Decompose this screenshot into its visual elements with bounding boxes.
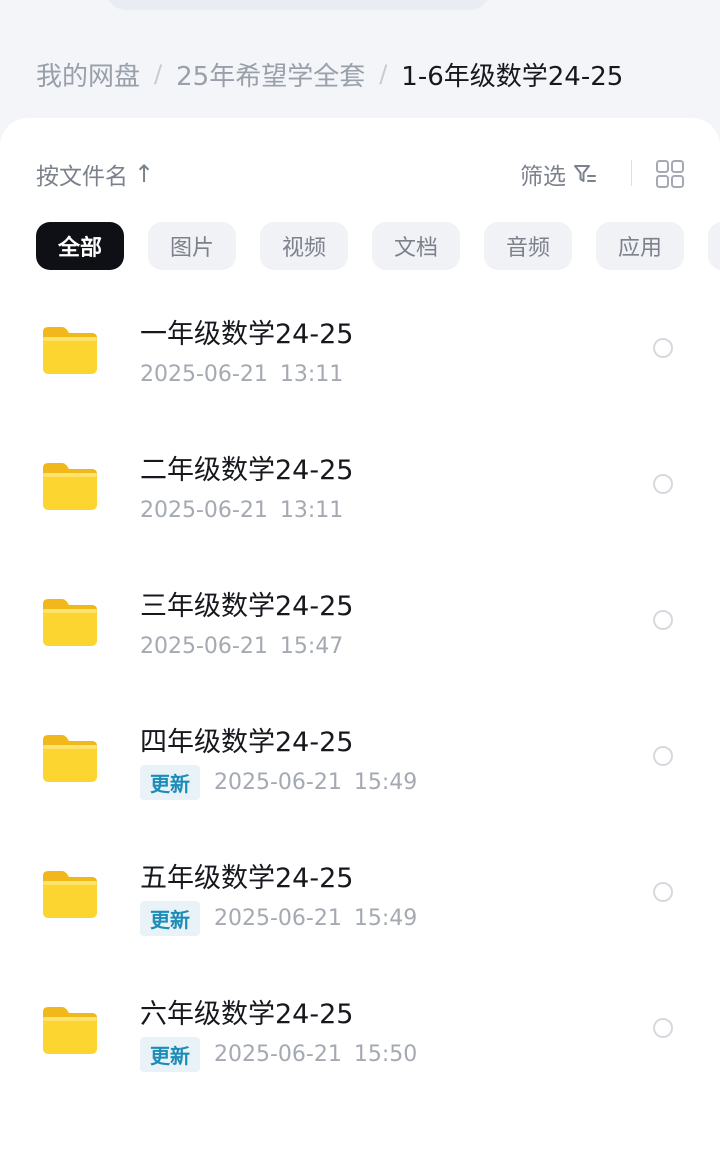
folder-icon (43, 463, 97, 510)
file-name: 六年级数学24-25 (140, 999, 354, 1030)
sort-button[interactable]: 按文件名 ↑ (36, 156, 154, 192)
chip-audio[interactable]: 音频 (484, 222, 572, 270)
breadcrumb-separator: / (154, 60, 163, 88)
file-row[interactable]: 一年级数学24-25 2025-06-21 13:11 (0, 282, 720, 418)
file-time: 15:50 (353, 1041, 418, 1067)
file-meta: 更新 2025-06-21 15:50 (140, 1036, 417, 1072)
select-checkbox[interactable] (653, 610, 673, 630)
select-checkbox[interactable] (653, 1018, 673, 1038)
file-name: 三年级数学24-25 (140, 591, 354, 622)
search-bar[interactable] (106, 0, 490, 10)
file-row[interactable]: 四年级数学24-25 更新 2025-06-21 15:49 (0, 690, 720, 826)
file-row[interactable]: 三年级数学24-25 2025-06-21 15:47 (0, 554, 720, 690)
file-row[interactable]: 五年级数学24-25 更新 2025-06-21 15:49 (0, 826, 720, 962)
update-badge: 更新 (140, 900, 200, 936)
chip-documents[interactable]: 文档 (372, 222, 460, 270)
update-badge: 更新 (140, 764, 200, 800)
file-name: 二年级数学24-25 (140, 455, 354, 486)
toolbar-divider (631, 160, 632, 186)
folder-icon (43, 871, 97, 918)
file-date: 2025-06-21 (214, 1041, 342, 1067)
folder-icon (43, 1007, 97, 1054)
select-checkbox[interactable] (653, 474, 673, 494)
file-date: 2025-06-21 (140, 497, 268, 523)
chip-apps[interactable]: 应用 (596, 222, 684, 270)
folder-icon (43, 599, 97, 646)
chip-all[interactable]: 全部 (36, 222, 124, 270)
file-row[interactable]: 六年级数学24-25 更新 2025-06-21 15:50 (0, 962, 720, 1098)
file-date: 2025-06-21 (140, 361, 268, 387)
file-name: 一年级数学24-25 (140, 319, 354, 350)
breadcrumb-separator: / (379, 60, 388, 88)
file-panel: 按文件名 ↑ 筛选 全部 图片 视频 文档 音频 应用 一年级数学24-25 2… (0, 118, 720, 1158)
chip-more[interactable] (708, 222, 720, 270)
file-time: 13:11 (279, 497, 344, 523)
file-date: 2025-06-21 (214, 769, 342, 795)
file-meta: 2025-06-21 15:47 (140, 628, 343, 664)
file-time: 15:49 (353, 769, 418, 795)
file-time: 15:49 (353, 905, 418, 931)
chip-images[interactable]: 图片 (148, 222, 236, 270)
filter-label: 筛选 (520, 164, 566, 190)
file-list: 一年级数学24-25 2025-06-21 13:11 二年级数学24-25 2… (0, 282, 720, 1098)
breadcrumb-item-my-drive[interactable]: 我的网盘 (36, 56, 140, 93)
breadcrumb-item-parent-folder[interactable]: 25年希望学全套 (176, 56, 365, 93)
breadcrumb: 我的网盘 / 25年希望学全套 / 1-6年级数学24-25 (36, 54, 623, 94)
file-meta: 2025-06-21 13:11 (140, 356, 343, 392)
select-checkbox[interactable] (653, 338, 673, 358)
sort-label: 按文件名 (36, 164, 128, 190)
file-meta: 更新 2025-06-21 15:49 (140, 900, 417, 936)
file-time: 13:11 (279, 361, 344, 387)
select-checkbox[interactable] (653, 882, 673, 902)
file-date: 2025-06-21 (140, 633, 268, 659)
folder-icon (43, 327, 97, 374)
file-date: 2025-06-21 (214, 905, 342, 931)
filter-icon (574, 165, 596, 182)
update-badge: 更新 (140, 1036, 200, 1072)
breadcrumb-current-folder: 1-6年级数学24-25 (401, 61, 624, 92)
file-meta: 2025-06-21 13:11 (140, 492, 343, 528)
file-row[interactable]: 二年级数学24-25 2025-06-21 13:11 (0, 418, 720, 554)
file-name: 五年级数学24-25 (140, 863, 354, 894)
sort-arrow-icon: ↑ (134, 160, 155, 188)
grid-view-icon[interactable] (654, 158, 686, 190)
chip-videos[interactable]: 视频 (260, 222, 348, 270)
select-checkbox[interactable] (653, 746, 673, 766)
filter-button[interactable]: 筛选 (520, 156, 598, 192)
folder-icon (43, 735, 97, 782)
file-meta: 更新 2025-06-21 15:49 (140, 764, 417, 800)
file-name: 四年级数学24-25 (140, 727, 354, 758)
file-time: 15:47 (279, 633, 344, 659)
file-type-filter-chips: 全部 图片 视频 文档 音频 应用 (36, 222, 720, 270)
